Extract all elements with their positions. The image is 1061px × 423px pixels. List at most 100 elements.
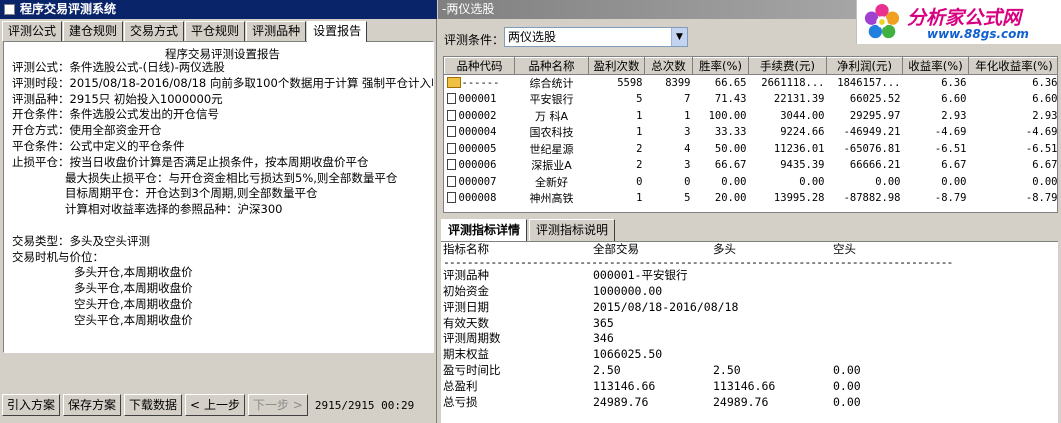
cell-name: 国农科技 [515, 124, 589, 141]
detail-separator: ----------------------------------------… [443, 254, 953, 269]
col-header[interactable]: 品种代码 [444, 57, 515, 75]
report-line: 交易类型：多头及空头评测 [12, 233, 150, 248]
cell-text: 100.00 [708, 109, 747, 122]
tab-metric-details[interactable]: 评测指标详情 [441, 219, 528, 241]
cell-total: 4 [645, 141, 693, 158]
report-line: 多头平仓,本周期收盘价 [74, 281, 193, 296]
cell-profit: -46949.21 [827, 124, 903, 141]
table-row[interactable]: 000002 万 科A 1 1 100.00 3044.00 29295.97 2.93 2.9… [445, 108, 1057, 125]
tab-metric-help[interactable]: 评测指标说明 [529, 219, 616, 241]
cell-name: 全新好 [515, 174, 589, 191]
report-line: 开仓条件：条件选股公式发出的开仓信号 [12, 107, 219, 122]
chevron-down-icon[interactable]: ▼ [671, 28, 687, 46]
cell-text: 6.60 [1032, 93, 1058, 106]
import-plan-button[interactable]: 引入方案 [2, 394, 61, 416]
col-header[interactable]: 年化收益率(%) [968, 57, 1057, 75]
detail-row: 有效天数 365 [441, 316, 1058, 332]
cell-text: 6.60 [941, 93, 967, 106]
table-row[interactable]: 000004 国农科技 1 3 33.33 9224.66 -46949.21 -4.69 -4… [445, 124, 1057, 141]
col-header[interactable]: 胜率(%) [692, 57, 749, 75]
cell-win: 2 [589, 141, 645, 158]
detail-col-header: 多头 [713, 242, 736, 256]
metric-all: 113146.66 [593, 379, 656, 394]
tab-close-rules[interactable]: 平仓规则 [185, 21, 246, 41]
cell-code: 000006 [445, 157, 515, 174]
metric-name: 初始资金 [443, 283, 489, 298]
document-icon [446, 175, 456, 187]
col-header[interactable]: 盈利次数 [588, 57, 645, 75]
cell-text: 4 [684, 142, 691, 155]
table-row[interactable]: 000006 深振业A 2 3 66.67 9435.39 66666.21 6.67 6.67 [445, 157, 1057, 174]
table-row[interactable]: ------ 综合统计 5598 8399 66.65 2661118... 1846157… [445, 75, 1057, 92]
cell-text: ------ [461, 77, 500, 89]
download-data-button[interactable]: 下载数据 [124, 394, 183, 416]
tab-trade-mode[interactable]: 交易方式 [124, 21, 185, 41]
cell-total: 5 [645, 190, 693, 207]
table-row[interactable]: 000005 世纪星源 2 4 50.00 11236.01 -65076.81 -6.51 -… [445, 141, 1057, 158]
cell-total: 3 [645, 157, 693, 174]
detail-row: 总亏损 24989.76 24989.76 0.00 [441, 395, 1058, 411]
cell-text: -4.69 [934, 126, 967, 139]
grid-header-row: 品种代码 品种名称 盈利次数 总次数 胜率(%) 手续费(元) 净利润(元) 收… [444, 57, 1057, 75]
table-row[interactable]: 000001 平安银行 5 7 71.43 22131.39 66025.52 6.60 6.6… [445, 91, 1058, 108]
cell-rate: 0.00 [693, 174, 749, 191]
col-header[interactable]: 总次数 [644, 57, 693, 75]
cell-win: 1 [589, 190, 645, 207]
previous-step-button[interactable]: < 上一步 [185, 394, 245, 416]
results-window: -两仪选股 分析家公式网 www.88gs.com 评测条件： 两仪选股 ▼ 品… [438, 0, 1061, 423]
cell-text: 2 [636, 159, 643, 172]
cell-text: 1 [684, 109, 691, 122]
cell-code: 000005 [445, 141, 515, 158]
right-window-title: -两仪选股 [442, 2, 495, 16]
brand-url: www.88gs.com [927, 27, 1029, 41]
cell-fee: 13995.28 [749, 190, 827, 207]
table-row[interactable]: 000007 全新好 0 0 0.00 0.00 0.00 0.00 0.00 [445, 174, 1057, 191]
cell-text: 000002 [458, 109, 497, 122]
condition-select[interactable]: 两仪选股 ▼ [504, 27, 688, 47]
cell-ret: 6.60 [903, 91, 969, 108]
cell-text: 6.36 [941, 77, 967, 89]
cell-name: 万 科A [515, 108, 589, 125]
left-tab-strip: 评测公式 建仓规则 交易方式 平仓规则 评测品种 设置报告 [2, 21, 368, 42]
left-button-bar: 引入方案 保存方案 下载数据 < 上一步 下一步 > 2915/2915 00:… [2, 394, 414, 416]
metric-details-panel[interactable]: 指标名称 全部交易 多头 空头 ------------------------… [441, 241, 1058, 423]
next-step-button[interactable]: 下一步 > [247, 394, 308, 416]
cell-text: 1 [636, 126, 643, 139]
settings-report-panel[interactable]: 程序交易评测设置报告 评测公式：条件选股公式-(日线)-两仪选股 评测时段：20… [3, 41, 434, 353]
cell-win: 5 [589, 91, 645, 108]
document-icon [446, 109, 456, 121]
cell-win: 1 [589, 108, 645, 125]
tab-report[interactable]: 设置报告 [307, 21, 368, 42]
col-header[interactable]: 收益率(%) [902, 57, 969, 75]
table-row[interactable]: 000008 神州高铁 1 5 20.00 13995.28 -87882.98 -8.79 -… [445, 190, 1058, 207]
metric-long: 113146.66 [713, 379, 776, 394]
cell-fee: 9435.39 [749, 157, 827, 174]
cell-annual: 0.00 [969, 174, 1057, 191]
cell-text: 000005 [458, 142, 497, 155]
tab-open-rules[interactable]: 建仓规则 [63, 21, 124, 41]
detail-col-header: 空头 [833, 242, 856, 256]
cell-text: 深振业A [531, 159, 572, 173]
report-line: 评测品种：2915只 初始投入1000000元 [12, 91, 223, 106]
tab-symbols[interactable]: 评测品种 [246, 21, 307, 41]
metric-all: 2.50 [593, 363, 621, 378]
cell-text: -8.79 [1025, 192, 1058, 205]
cell-text: 3 [684, 159, 691, 172]
cell-text: -65076.81 [843, 142, 901, 155]
cell-ret: 6.67 [903, 157, 969, 174]
cell-text: 000001 [458, 93, 497, 106]
tab-formula[interactable]: 评测公式 [2, 21, 63, 41]
col-header[interactable]: 品种名称 [514, 57, 589, 75]
col-header[interactable]: 净利润(元) [826, 57, 903, 75]
cell-rate: 20.00 [693, 190, 749, 207]
cell-annual: -6.51 [969, 141, 1057, 158]
cell-rate: 71.43 [693, 91, 749, 108]
results-grid[interactable]: 品种代码 品种名称 盈利次数 总次数 胜率(%) 手续费(元) 净利润(元) 收… [443, 56, 1058, 213]
metric-all: 2015/08/18-2016/08/18 [593, 299, 739, 314]
cell-text: 000004 [458, 126, 497, 139]
save-plan-button[interactable]: 保存方案 [63, 394, 122, 416]
cell-ret: -4.69 [903, 124, 969, 141]
metric-name: 总盈利 [443, 379, 478, 394]
report-line: 空头开仓,本周期收盘价 [74, 296, 193, 311]
col-header[interactable]: 手续费(元) [748, 57, 827, 75]
